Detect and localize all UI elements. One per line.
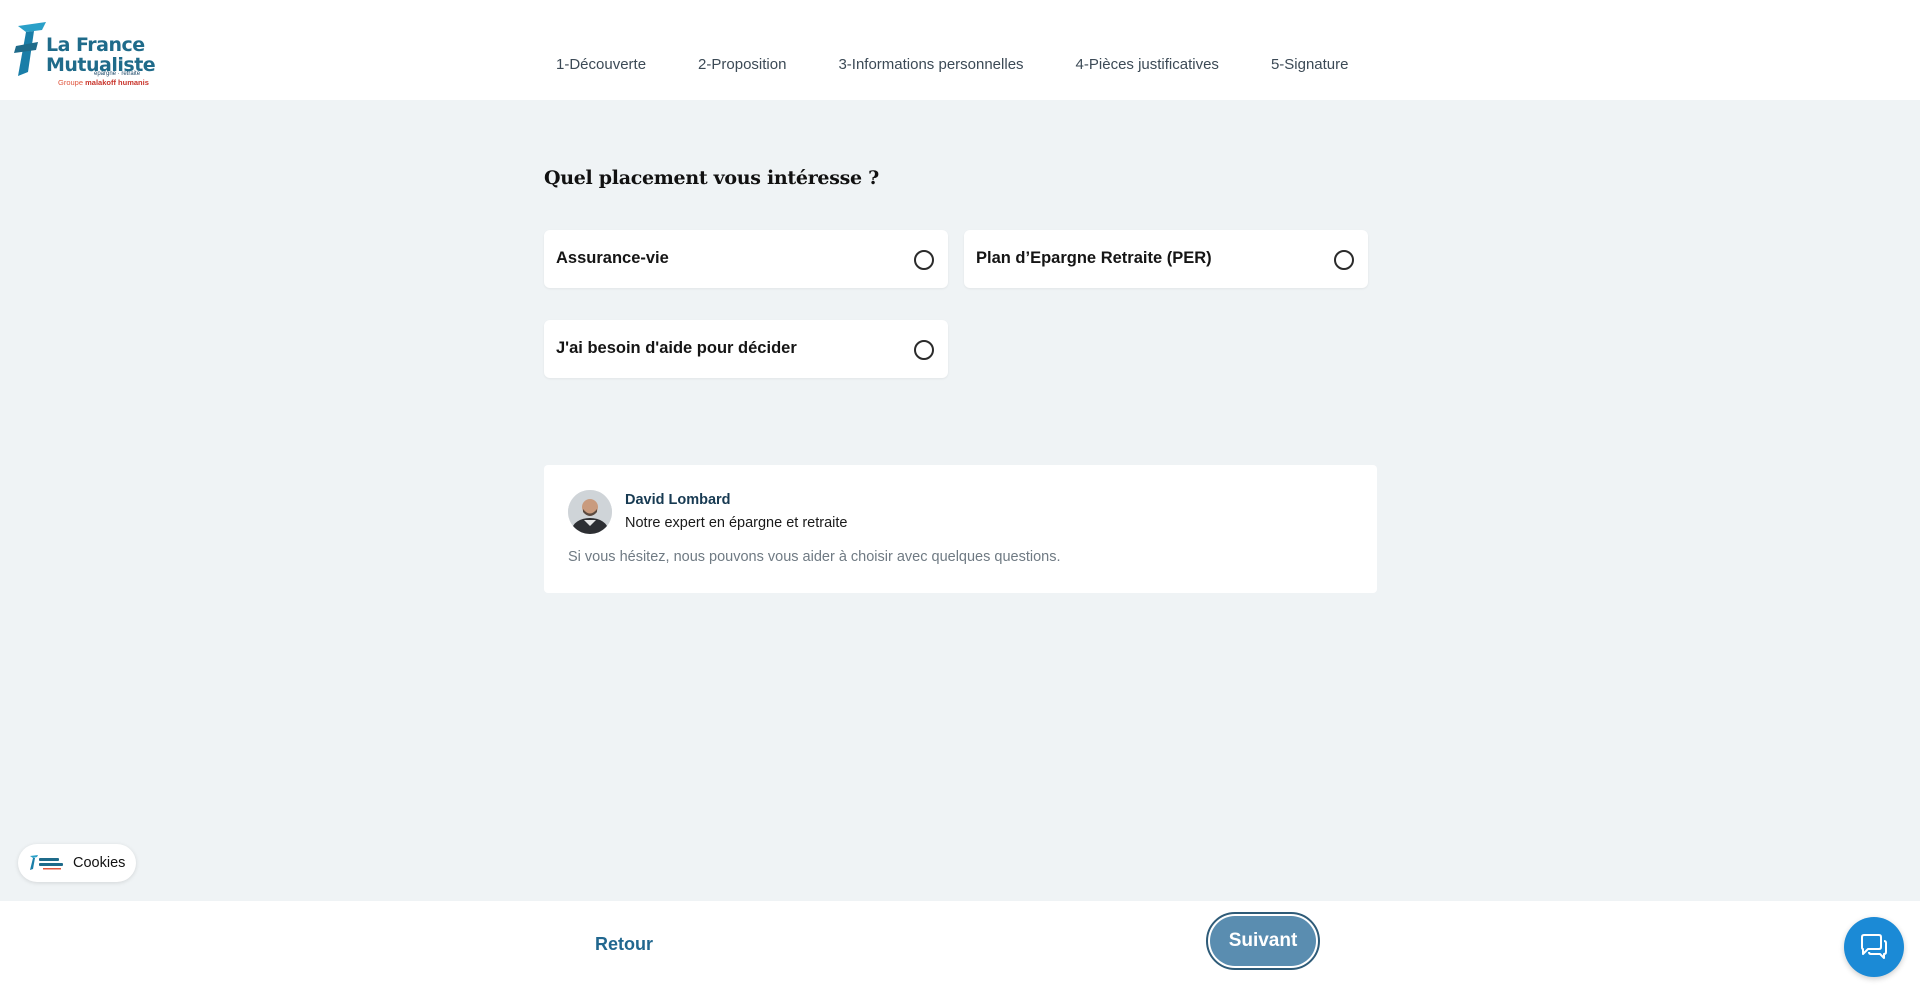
step-signature[interactable]: 5-Signature	[1271, 56, 1349, 73]
logo-title: La France Mutualiste	[46, 34, 156, 75]
top-header: La France Mutualiste épargne · retraite …	[0, 0, 1920, 100]
radio-button[interactable]	[914, 340, 934, 360]
logo-subtitle: épargne · retraite	[94, 71, 141, 77]
option-plan-epargne-retraite[interactable]: Plan d’Epargne Retraite (PER)	[964, 230, 1368, 288]
next-button-label: Suivant	[1210, 916, 1316, 966]
option-label: J'ai besoin d'aide pour décider	[556, 339, 797, 357]
la-france-mutualiste-logo[interactable]: La France Mutualiste épargne · retraite …	[12, 22, 156, 90]
page-question: Quel placement vous intéresse ?	[544, 167, 879, 189]
expert-name: David Lombard	[625, 492, 731, 508]
option-aide-pour-decider[interactable]: J'ai besoin d'aide pour décider	[544, 320, 948, 378]
step-proposition[interactable]: 2-Proposition	[698, 56, 786, 73]
logo-title-line-1: La France	[46, 34, 145, 56]
chat-bubbles-icon	[1861, 934, 1887, 959]
chat-button[interactable]	[1844, 917, 1904, 977]
radio-button[interactable]	[1334, 250, 1354, 270]
option-assurance-vie[interactable]: Assurance-vie	[544, 230, 948, 288]
lfm-mini-logo-icon	[30, 855, 63, 870]
step-pieces-justificatives[interactable]: 4-Pièces justificatives	[1076, 56, 1219, 73]
cookies-label: Cookies	[73, 855, 126, 871]
avatar	[568, 490, 612, 534]
step-informations-personnelles[interactable]: 3-Informations personnelles	[838, 56, 1023, 73]
expert-role: Notre expert en épargne et retraite	[625, 515, 848, 531]
expert-card: David Lombard Notre expert en épargne et…	[544, 465, 1377, 593]
option-label: Assurance-vie	[556, 249, 669, 267]
logo-group-name: malakoff humanis	[85, 78, 149, 87]
option-label: Plan d’Epargne Retraite (PER)	[976, 249, 1212, 267]
cookies-button[interactable]: Cookies	[18, 844, 136, 882]
progress-steps: 1-Découverte 2-Proposition 3-Information…	[556, 56, 1349, 73]
footer-bar: Retour Suivant	[0, 901, 1920, 993]
expert-photo-icon	[568, 490, 612, 534]
logo-group: Groupe malakoff humanis	[58, 78, 149, 87]
logo-group-prefix: Groupe	[58, 78, 84, 87]
radio-button[interactable]	[914, 250, 934, 270]
next-button[interactable]: Suivant	[1206, 912, 1320, 970]
expert-message: Si vous hésitez, nous pouvons vous aider…	[568, 549, 1061, 565]
step-decouverte[interactable]: 1-Découverte	[556, 56, 646, 73]
back-button[interactable]: Retour	[595, 934, 653, 955]
